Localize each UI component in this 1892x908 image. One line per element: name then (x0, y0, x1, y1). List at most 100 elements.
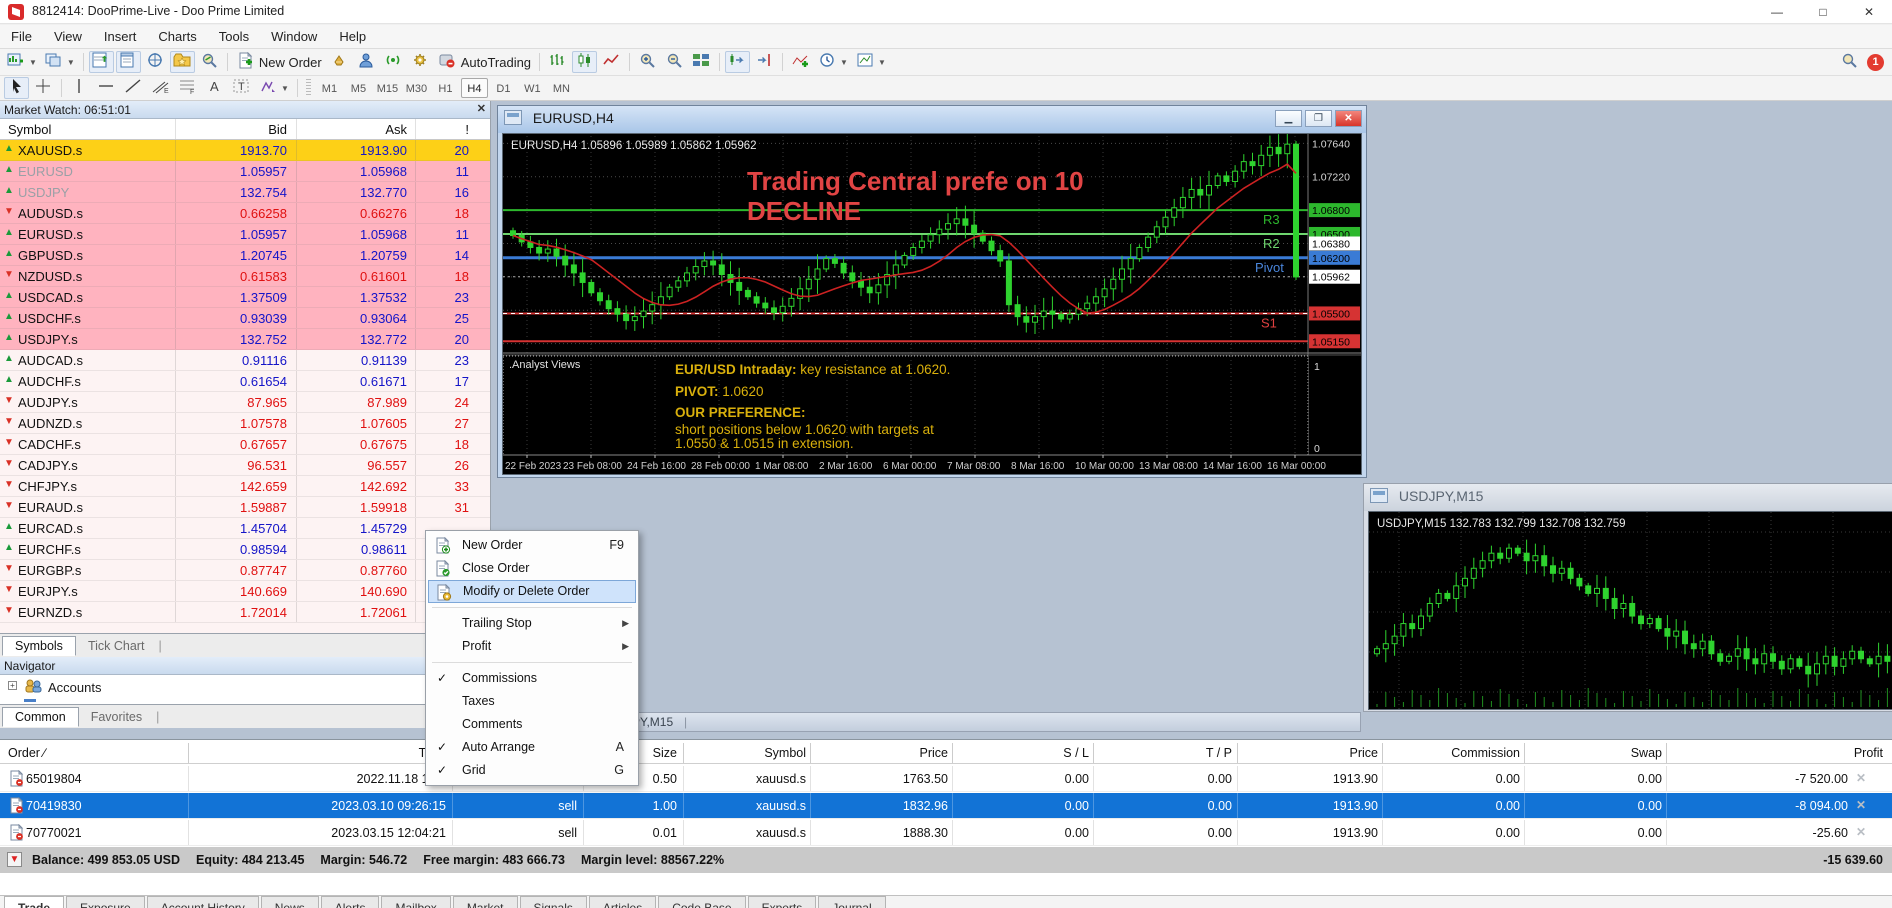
market-watch-row[interactable]: ▼CHFJPY.s142.659142.69233 (0, 476, 490, 497)
menu-item-trailing-stop[interactable]: Trailing Stop▶ (428, 612, 636, 635)
chart-close-button[interactable]: ✕ (1335, 110, 1362, 127)
market-watch-row[interactable]: ▼EURAUD.s1.598871.5991831 (0, 497, 490, 518)
terminal-tab-journal[interactable]: Journal (818, 896, 885, 908)
market-watch-row[interactable]: ▲USDCAD.s1.375091.3753223 (0, 287, 490, 308)
maximize-button[interactable]: □ (1800, 0, 1846, 24)
strategy-tester-button[interactable] (197, 51, 222, 73)
menu-item-auto-arrange[interactable]: ✓Auto ArrangeA (428, 736, 636, 759)
navigator-tab-common[interactable]: Common (2, 707, 79, 727)
orders-column-header[interactable]: S / L (1063, 746, 1089, 760)
market-watch-row[interactable]: ▼AUDJPY.s87.96587.98924 (0, 392, 490, 413)
trendline-button[interactable] (121, 77, 146, 99)
navigator-item-accounts[interactable]: Accounts (48, 680, 101, 695)
menu-item-close-order[interactable]: Close Order (428, 557, 636, 580)
market-watch-row[interactable]: ▲XAUUSD.s1913.701913.9020 (0, 140, 490, 161)
terminal-tab-code-base[interactable]: Code Base (658, 896, 745, 908)
terminal-tab-articles[interactable]: Articles (589, 896, 656, 908)
orders-column-header[interactable]: Symbol (764, 746, 806, 760)
market-watch-row[interactable]: ▲EURCHF.s0.985940.98611 (0, 539, 490, 560)
timeframe-m5-button[interactable]: M5 (345, 78, 372, 98)
zoom-in-button[interactable] (635, 51, 660, 73)
close-button[interactable]: ✕ (1846, 0, 1892, 24)
market-watch-column-symbol[interactable]: Symbol (8, 122, 51, 137)
menu-item-taxes[interactable]: Taxes (428, 690, 636, 713)
chart-minimize-button[interactable]: ▁ (1275, 110, 1302, 127)
menu-item-commissions[interactable]: ✓Commissions (428, 667, 636, 690)
market-watch-row[interactable]: ▲EURUSD.s1.059571.0596811 (0, 224, 490, 245)
market-watch-row[interactable]: ▼AUDUSD.s0.662580.6627618 (0, 203, 490, 224)
timeframe-m1-button[interactable]: M1 (316, 78, 343, 98)
minimize-button[interactable]: — (1754, 0, 1800, 24)
chart-window-titlebar[interactable]: USDJPY,M15 (1364, 484, 1892, 511)
market-watch-column-spread[interactable]: ! (465, 122, 469, 137)
menu-window[interactable]: Window (260, 25, 328, 48)
menu-item-comments[interactable]: Comments (428, 713, 636, 736)
menu-item-new-order[interactable]: New OrderF9 (428, 534, 636, 557)
hline-button[interactable] (94, 77, 119, 99)
chart-window-titlebar[interactable]: EURUSD,H4 ▁ ❐ ✕ (498, 106, 1366, 133)
terminal-toggle-button[interactable] (170, 51, 195, 73)
timeframe-d1-button[interactable]: D1 (490, 78, 517, 98)
menu-item-modify-or-delete-order[interactable]: Modify or Delete Order (428, 580, 636, 603)
market-watch-tab-tick-chart[interactable]: Tick Chart (76, 637, 157, 657)
eurusd-chart-area[interactable]: R3R2PivotS1Trading Central prefe on 10DE… (502, 133, 1362, 475)
market-watch-row[interactable]: ▼CADJPY.s96.53196.55726 (0, 455, 490, 476)
market-watch-row[interactable]: ▼CADCHF.s0.676570.6767518 (0, 434, 490, 455)
order-row[interactable]: 650198042022.11.18 10:30.50xauusd.s1763.… (0, 766, 1892, 792)
market-watch-row[interactable]: ▲AUDCAD.s0.911160.9113923 (0, 350, 490, 371)
navigator-toggle-button[interactable] (143, 51, 168, 73)
market-watch-row[interactable]: ▼AUDNZD.s1.075781.0760527 (0, 413, 490, 434)
menu-charts[interactable]: Charts (147, 25, 207, 48)
timeframe-m15-button[interactable]: M15 (374, 78, 401, 98)
autotrading-button[interactable]: AutoTrading (435, 51, 534, 73)
market-watch-row[interactable]: ▲AUDCHF.s0.616540.6167117 (0, 371, 490, 392)
market-watch-row[interactable]: ▲EURUSD1.059571.0596811 (0, 161, 490, 182)
orders-column-header[interactable]: Price (1350, 746, 1378, 760)
vps-button[interactable] (408, 51, 433, 73)
terminal-tab-account-history[interactable]: Account History (147, 896, 259, 908)
close-icon[interactable]: ✕ (477, 102, 486, 115)
orders-column-header[interactable]: Size (653, 746, 677, 760)
vline-button[interactable] (67, 77, 92, 99)
menu-item-profit[interactable]: Profit▶ (428, 635, 636, 658)
menu-view[interactable]: View (43, 25, 93, 48)
chart-shift-button[interactable] (752, 51, 777, 73)
tree-expand-icon[interactable]: + (8, 681, 17, 690)
market-watch-column-ask[interactable]: Ask (385, 122, 407, 137)
terminal-tab-trade[interactable]: Trade (4, 896, 64, 908)
timeframe-h1-button[interactable]: H1 (432, 78, 459, 98)
terminal-tab-exposure[interactable]: Exposure (66, 896, 145, 908)
tile-windows-button[interactable] (689, 51, 714, 73)
orders-column-header[interactable]: Profit (1854, 746, 1883, 760)
terminal-tab-signals[interactable]: Signals (520, 896, 587, 908)
market-watch-column-bid[interactable]: Bid (268, 122, 287, 137)
timeframe-mn-button[interactable]: MN (548, 78, 575, 98)
orders-column-header[interactable]: T / P (1206, 746, 1232, 760)
close-order-icon[interactable]: ✕ (1856, 771, 1866, 785)
order-row[interactable]: 704198302023.03.10 09:26:15sell1.00xauus… (0, 793, 1892, 819)
search-icon[interactable] (1840, 52, 1859, 72)
orders-column-header[interactable]: Commission (1451, 746, 1520, 760)
terminal-tab-news[interactable]: News (261, 896, 319, 908)
chart-restore-button[interactable]: ❐ (1305, 110, 1332, 127)
orders-column-header[interactable]: Swap (1631, 746, 1662, 760)
fibonacci-button[interactable]: F (175, 77, 200, 99)
market-watch-row[interactable]: ▲USDJPY132.754132.77016 (0, 182, 490, 203)
new-order-button[interactable]: New Order (233, 51, 325, 73)
market-watch-toggle-button[interactable] (89, 51, 114, 73)
market-watch-row[interactable]: ▲EURCAD.s1.457041.45729 (0, 518, 490, 539)
data-window-toggle-button[interactable] (116, 51, 141, 73)
order-row[interactable]: 707700212023.03.15 12:04:21sell0.01xauus… (0, 820, 1892, 846)
close-order-icon[interactable]: ✕ (1856, 798, 1866, 812)
label-button[interactable]: T (229, 77, 254, 99)
indicators-button[interactable] (788, 51, 813, 73)
menu-help[interactable]: Help (328, 25, 377, 48)
terminal-tab-market[interactable]: Market (453, 896, 518, 908)
profiles-button[interactable]: ▼ (42, 51, 78, 73)
shapes-button[interactable]: ▼ (256, 77, 292, 99)
terminal-tab-alerts[interactable]: Alerts (321, 896, 380, 908)
navigator-tab-favorites[interactable]: Favorites (79, 708, 154, 728)
usdjpy-chart-area[interactable]: USDJPY,M15 132.783 132.799 132.708 132.7… (1368, 511, 1892, 710)
terminal-tab-experts[interactable]: Experts (748, 896, 817, 908)
auto-scroll-button[interactable] (725, 51, 750, 73)
